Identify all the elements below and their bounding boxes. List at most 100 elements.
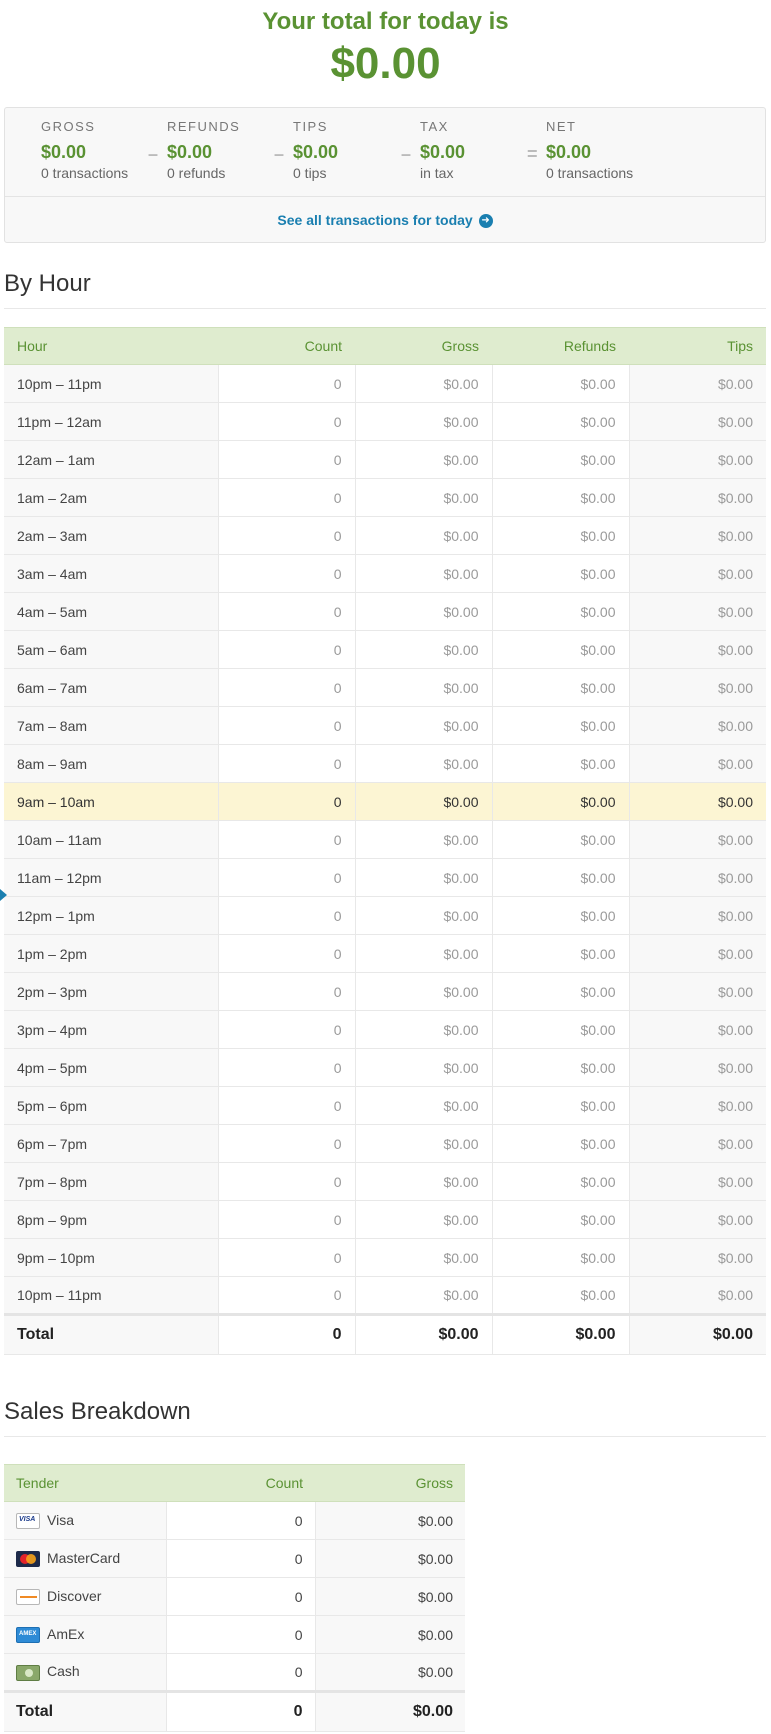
table-row[interactable]: 11am – 12pm 0 $0.00 $0.00 $0.00 [4, 858, 766, 897]
table-row[interactable]: 12am – 1am 0 $0.00 $0.00 $0.00 [4, 440, 766, 479]
summary-label: GROSS [41, 119, 96, 134]
value-cell: 0 [218, 440, 356, 479]
table-row[interactable]: 3am – 4am 0 $0.00 $0.00 $0.00 [4, 554, 766, 593]
table-row[interactable]: 8am – 9am 0 $0.00 $0.00 $0.00 [4, 744, 766, 783]
table-row[interactable]: 3pm – 4pm 0 $0.00 $0.00 $0.00 [4, 1010, 766, 1049]
value-cell: 0 [218, 1238, 356, 1277]
hour-range-cell: 10pm – 11pm [4, 364, 219, 403]
column-header[interactable]: Refunds [492, 327, 629, 365]
value-cell: 0 [218, 1124, 356, 1163]
value-cell: 0 [166, 1501, 316, 1540]
total-value: 0 [218, 1313, 356, 1355]
value-cell: 0 [218, 1048, 356, 1087]
table-row[interactable]: 11pm – 12am 0 $0.00 $0.00 $0.00 [4, 402, 766, 441]
value-cell: 0 [166, 1653, 316, 1692]
value-cell: $0.00 [355, 516, 493, 555]
summary-label: REFUNDS [167, 119, 241, 134]
table-row[interactable]: 2am – 3am 0 $0.00 $0.00 $0.00 [4, 516, 766, 555]
value-cell: $0.00 [492, 1086, 630, 1125]
value-cell: $0.00 [315, 1501, 465, 1540]
value-cell: $0.00 [492, 1162, 630, 1201]
table-row[interactable]: MasterCard 0 $0.00 [4, 1539, 465, 1578]
hour-range-cell: 9am – 10am [4, 782, 219, 821]
table-row[interactable]: 7am – 8am 0 $0.00 $0.00 $0.00 [4, 706, 766, 745]
value-cell: 0 [218, 1276, 356, 1315]
value-cell: 0 [218, 858, 356, 897]
see-all-transactions-link[interactable]: See all transactions for today ➜ [5, 197, 765, 243]
tender-cell: AmEx [4, 1615, 167, 1654]
table-row[interactable]: 6am – 7am 0 $0.00 $0.00 $0.00 [4, 668, 766, 707]
value-cell: 0 [218, 972, 356, 1011]
column-header[interactable]: Hour [4, 327, 218, 365]
value-cell: 0 [218, 896, 356, 935]
value-cell: $0.00 [355, 1086, 493, 1125]
hour-range-cell: 3am – 4am [4, 554, 219, 593]
table-row[interactable]: AmEx 0$0.00 [4, 1615, 465, 1654]
value-cell: 0 [218, 668, 356, 707]
minus-operator: – [148, 144, 159, 164]
table-row[interactable]: Discover 0 $0.00 [4, 1577, 465, 1616]
value-cell: $0.00 [492, 668, 630, 707]
value-cell: $0.00 [492, 744, 630, 783]
table-row[interactable]: 4am – 5am 0 $0.00 $0.00 $0.00 [4, 592, 766, 631]
table-row[interactable]: 8pm – 9pm 0 $0.00 $0.00 $0.00 [4, 1200, 766, 1239]
value-cell: $0.00 [492, 478, 630, 517]
value-cell: $0.00 [355, 1238, 493, 1277]
total-value: 0 [166, 1690, 316, 1732]
value-cell: $0.00 [629, 744, 766, 783]
column-header[interactable]: Tips [629, 327, 766, 365]
hour-range-cell: 5pm – 6pm [4, 1086, 219, 1125]
value-cell: $0.00 [629, 820, 766, 859]
hour-range-cell: 4pm – 5pm [4, 1048, 219, 1087]
summary-label: TIPS [293, 119, 328, 134]
table-row[interactable]: 9am – 10am 0 $0.00 $0.00 $0.00 [4, 782, 766, 821]
value-cell: $0.00 [629, 1200, 766, 1239]
sales-breakdown-heading: Sales Breakdown [4, 1398, 191, 1425]
column-header[interactable]: Tender [4, 1464, 166, 1502]
value-cell: $0.00 [355, 1162, 493, 1201]
value-cell: 0 [218, 1162, 356, 1201]
table-row[interactable]: Visa 0$0.00 [4, 1501, 465, 1540]
summary-label: NET [546, 119, 577, 134]
value-cell: $0.00 [492, 1200, 630, 1239]
value-cell: $0.00 [355, 1276, 493, 1315]
table-row[interactable]: 4pm – 5pm 0 $0.00 $0.00 $0.00 [4, 1048, 766, 1087]
minus-operator: – [274, 144, 285, 164]
table-row[interactable]: 10pm – 11pm 0 $0.00 $0.00 $0.00 [4, 1276, 766, 1315]
table-row[interactable]: 5am – 6am 0 $0.00 $0.00 $0.00 [4, 630, 766, 669]
table-row[interactable]: 1pm – 2pm 0 $0.00 $0.00 $0.00 [4, 934, 766, 973]
value-cell: $0.00 [355, 896, 493, 935]
value-cell: 0 [218, 402, 356, 441]
column-header[interactable]: Gross [315, 1464, 465, 1502]
section-divider [4, 308, 766, 309]
value-cell: $0.00 [315, 1653, 465, 1692]
tender-cell: Visa [4, 1501, 167, 1540]
table-row[interactable]: 5pm – 6pm 0 $0.00 $0.00 $0.00 [4, 1086, 766, 1125]
column-header[interactable]: Gross [355, 327, 492, 365]
table-row[interactable]: 9pm – 10pm 0 $0.00 $0.00 $0.00 [4, 1238, 766, 1277]
value-cell: $0.00 [629, 478, 766, 517]
hour-range-cell: 11am – 12pm [4, 858, 219, 897]
current-time-marker [0, 889, 7, 901]
table-row[interactable]: 10pm – 11pm 0 $0.00 $0.00 $0.00 [4, 364, 766, 403]
hour-range-cell: 10pm – 11pm [4, 1276, 219, 1315]
hour-range-cell: 3pm – 4pm [4, 1010, 219, 1049]
table-row[interactable]: 1am – 2am 0 $0.00 $0.00 $0.00 [4, 478, 766, 517]
value-cell: $0.00 [355, 668, 493, 707]
table-row[interactable]: 12pm – 1pm 0 $0.00 $0.00 $0.00 [4, 896, 766, 935]
table-row[interactable]: 10am – 11am 0 $0.00 $0.00 $0.00 [4, 820, 766, 859]
table-row[interactable]: 6pm – 7pm 0 $0.00 $0.00 $0.00 [4, 1124, 766, 1163]
summary-tax: TAX $0.00 in tax [420, 119, 540, 182]
value-cell: $0.00 [629, 896, 766, 935]
table-row[interactable]: 7pm – 8pm 0 $0.00 $0.00 $0.00 [4, 1162, 766, 1201]
value-cell: $0.00 [629, 516, 766, 555]
column-header[interactable]: Count [218, 327, 355, 365]
value-cell: $0.00 [492, 1010, 630, 1049]
tender-name: Cash [47, 1663, 80, 1680]
value-cell: $0.00 [492, 972, 630, 1011]
table-row[interactable]: 2pm – 3pm 0 $0.00 $0.00 $0.00 [4, 972, 766, 1011]
table-row[interactable]: Cash 0 $0.00 [4, 1653, 465, 1692]
summary-label: TAX [420, 119, 449, 134]
hour-range-cell: 8pm – 9pm [4, 1200, 219, 1239]
column-header[interactable]: Count [166, 1464, 315, 1502]
